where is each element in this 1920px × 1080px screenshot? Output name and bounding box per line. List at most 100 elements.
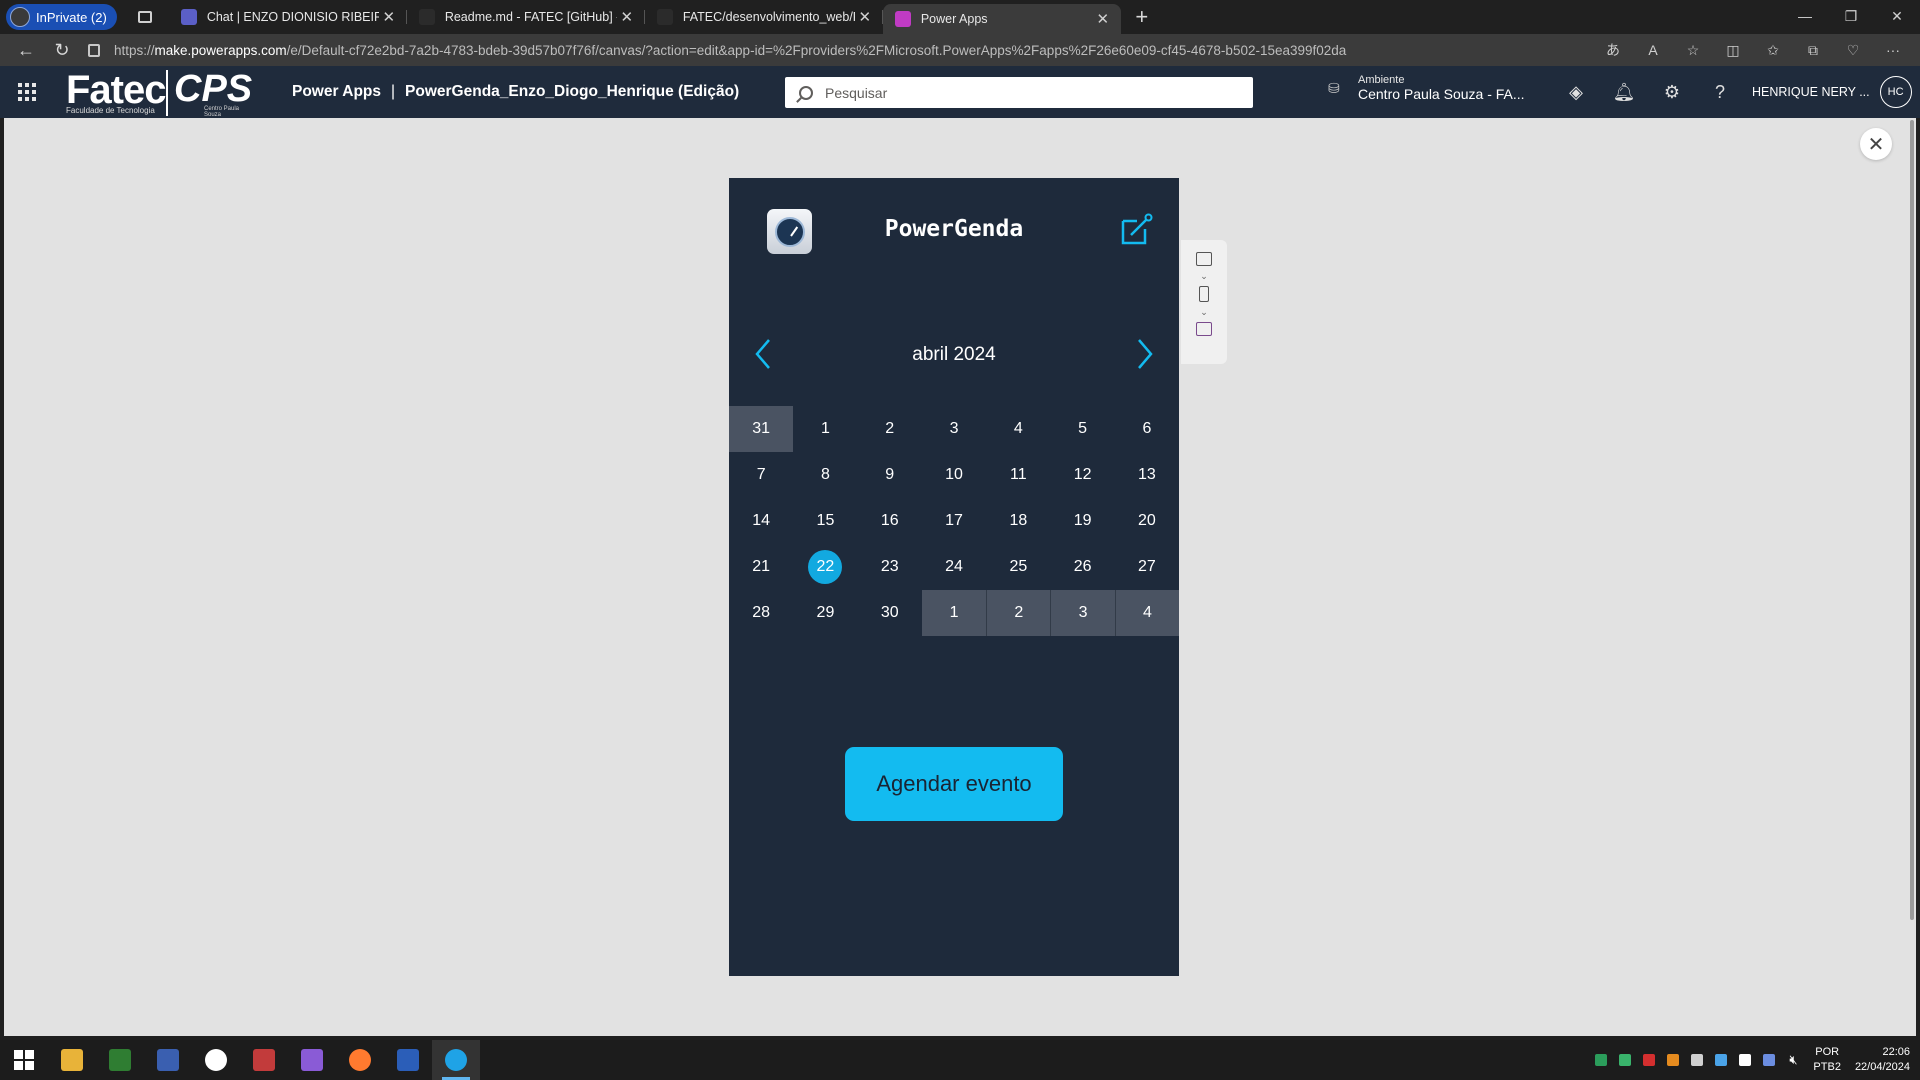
browser-tab[interactable]: Power Apps ✕ xyxy=(882,4,1121,34)
notifications-bell-icon[interactable]: 🔔︎ xyxy=(1600,82,1648,103)
calendar-day[interactable]: 2 xyxy=(986,590,1051,636)
calendar-day[interactable]: 20 xyxy=(1115,498,1179,544)
canvas-scrollbar[interactable] xyxy=(1908,118,1916,1036)
settings-gear-icon[interactable]: ⚙ xyxy=(1648,82,1696,103)
calendar-day[interactable]: 21 xyxy=(729,544,793,590)
calendar-day[interactable]: 3 xyxy=(922,406,986,452)
favorite-star-icon[interactable]: ☆ xyxy=(1676,37,1710,63)
taskbar-word-button[interactable] xyxy=(384,1040,432,1080)
taskbar-visual-studio-button[interactable] xyxy=(288,1040,336,1080)
taskbar-app-w-button[interactable] xyxy=(192,1040,240,1080)
tray-app-icon[interactable] xyxy=(1613,1040,1637,1080)
restore-button[interactable]: ❐ xyxy=(1828,0,1874,32)
taskbar-file-explorer-button[interactable] xyxy=(48,1040,96,1080)
agendar-evento-button[interactable]: Agendar evento xyxy=(845,747,1063,821)
close-tab-icon[interactable]: ✕ xyxy=(855,8,875,26)
calendar-day[interactable]: 2 xyxy=(858,406,922,452)
browser-tab[interactable]: Chat | ENZO DIONISIO RIBEIRO | Microsoft… xyxy=(169,0,407,34)
next-month-chevron-icon[interactable] xyxy=(1131,336,1159,372)
app-launcher-icon[interactable] xyxy=(0,66,54,118)
favorites-icon[interactable]: ✩ xyxy=(1756,37,1790,63)
calendar-day[interactable]: 12 xyxy=(1050,452,1114,498)
calendar-day[interactable]: 1 xyxy=(921,590,987,636)
calendar-day-today[interactable]: 22 xyxy=(793,544,857,590)
clock[interactable]: 22:06 22/04/2024 xyxy=(1855,1045,1910,1075)
start-button[interactable] xyxy=(0,1040,48,1080)
close-window-button[interactable]: ✕ xyxy=(1874,0,1920,32)
inprivate-profile-button[interactable]: InPrivate (2) xyxy=(6,4,117,30)
user-account[interactable]: HENRIQUE NERY ... HC xyxy=(1752,66,1912,118)
taskbar-firefox-button[interactable] xyxy=(336,1040,384,1080)
calendar-day[interactable]: 1 xyxy=(793,406,857,452)
phone-view-icon[interactable] xyxy=(1199,286,1209,302)
refresh-button[interactable]: ↻ xyxy=(44,36,80,64)
tray-app-icon[interactable] xyxy=(1637,1040,1661,1080)
taskbar-edge-button[interactable] xyxy=(432,1040,480,1080)
close-tab-icon[interactable]: ✕ xyxy=(617,8,637,26)
tray-app-icon[interactable] xyxy=(1589,1040,1613,1080)
onedrive-icon[interactable] xyxy=(1709,1040,1733,1080)
calendar-day[interactable]: 25 xyxy=(986,544,1050,590)
taskbar-project-button[interactable] xyxy=(96,1040,144,1080)
read-aloud-icon[interactable]: A xyxy=(1636,37,1670,63)
calendar-day[interactable]: 26 xyxy=(1050,544,1114,590)
tablet-view-icon[interactable] xyxy=(1196,252,1212,266)
taskbar-access-button[interactable] xyxy=(240,1040,288,1080)
back-button[interactable]: ← xyxy=(8,36,44,64)
product-name[interactable]: Power Apps xyxy=(292,83,381,101)
calendar-day[interactable]: 15 xyxy=(793,498,857,544)
calendar-day[interactable]: 9 xyxy=(858,452,922,498)
calendar-day[interactable]: 6 xyxy=(1115,406,1179,452)
calendar-day[interactable]: 24 xyxy=(922,544,986,590)
calendar-day[interactable]: 5 xyxy=(1050,406,1114,452)
volume-muted-icon[interactable]: 🔇︎ xyxy=(1781,1040,1805,1080)
calendar-day[interactable]: 28 xyxy=(729,590,793,636)
calendar-day[interactable]: 31 xyxy=(729,406,794,452)
tray-app-icon[interactable] xyxy=(1757,1040,1781,1080)
taskbar-visio-button[interactable] xyxy=(144,1040,192,1080)
browser-tab[interactable]: FATEC/desenvolvimento_web/PowerGenda✕ xyxy=(645,0,883,34)
copilot-icon[interactable]: ◈ xyxy=(1552,82,1600,103)
calendar-view-icon[interactable] xyxy=(1196,322,1212,336)
close-tab-icon[interactable]: ✕ xyxy=(1093,10,1113,28)
calendar-day[interactable]: 3 xyxy=(1050,590,1115,636)
environment-picker[interactable]: ⛁ Ambiente Centro Paula Souza - FA... xyxy=(1328,74,1525,102)
calendar-day[interactable]: 17 xyxy=(922,498,986,544)
calendar-day[interactable]: 27 xyxy=(1115,544,1179,590)
browser-essentials-icon[interactable]: ♡ xyxy=(1836,37,1870,63)
calendar-day[interactable]: 16 xyxy=(858,498,922,544)
address-bar[interactable]: https://make.powerapps.com/e/Default-cf7… xyxy=(88,37,1596,63)
calendar-day[interactable]: 11 xyxy=(986,452,1050,498)
calendar-day[interactable]: 14 xyxy=(729,498,793,544)
more-menu-icon[interactable]: ··· xyxy=(1876,37,1910,63)
minimize-button[interactable]: — xyxy=(1782,0,1828,32)
new-tab-button[interactable]: + xyxy=(1127,2,1157,32)
calendar-day[interactable]: 4 xyxy=(986,406,1050,452)
calendar-day[interactable]: 18 xyxy=(986,498,1050,544)
chevron-down-icon[interactable]: ⌄ xyxy=(1200,308,1208,317)
calendar-day[interactable]: 23 xyxy=(858,544,922,590)
search-input[interactable]: Pesquisar xyxy=(785,77,1253,108)
close-tab-icon[interactable]: ✕ xyxy=(379,8,399,26)
network-icon[interactable] xyxy=(1733,1040,1757,1080)
tray-app-icon[interactable] xyxy=(1685,1040,1709,1080)
language-indicator[interactable]: POR PTB2 xyxy=(1813,1045,1841,1075)
close-preview-button[interactable]: ✕ xyxy=(1860,128,1892,160)
calendar-day[interactable]: 4 xyxy=(1114,590,1180,636)
split-screen-icon[interactable]: ◫ xyxy=(1716,37,1750,63)
calendar-day[interactable]: 29 xyxy=(793,590,857,636)
browser-tab[interactable]: Readme.md - FATEC [GitHub] - Visual Stud… xyxy=(407,0,645,34)
calendar-day[interactable]: 10 xyxy=(922,452,986,498)
help-icon[interactable]: ? xyxy=(1696,82,1744,103)
calendar-day[interactable]: 8 xyxy=(793,452,857,498)
calendar-day[interactable]: 19 xyxy=(1050,498,1114,544)
translate-icon[interactable]: あ xyxy=(1596,37,1630,63)
calendar-day[interactable]: 7 xyxy=(729,452,793,498)
calendar-day[interactable]: 30 xyxy=(858,590,922,636)
chevron-down-icon[interactable]: ⌄ xyxy=(1200,272,1208,281)
new-event-edit-icon[interactable] xyxy=(1119,213,1153,247)
calendar-day[interactable]: 13 xyxy=(1115,452,1179,498)
tab-actions-button[interactable] xyxy=(131,5,159,29)
collections-icon[interactable]: ⧉ xyxy=(1796,37,1830,63)
tray-app-icon[interactable] xyxy=(1661,1040,1685,1080)
